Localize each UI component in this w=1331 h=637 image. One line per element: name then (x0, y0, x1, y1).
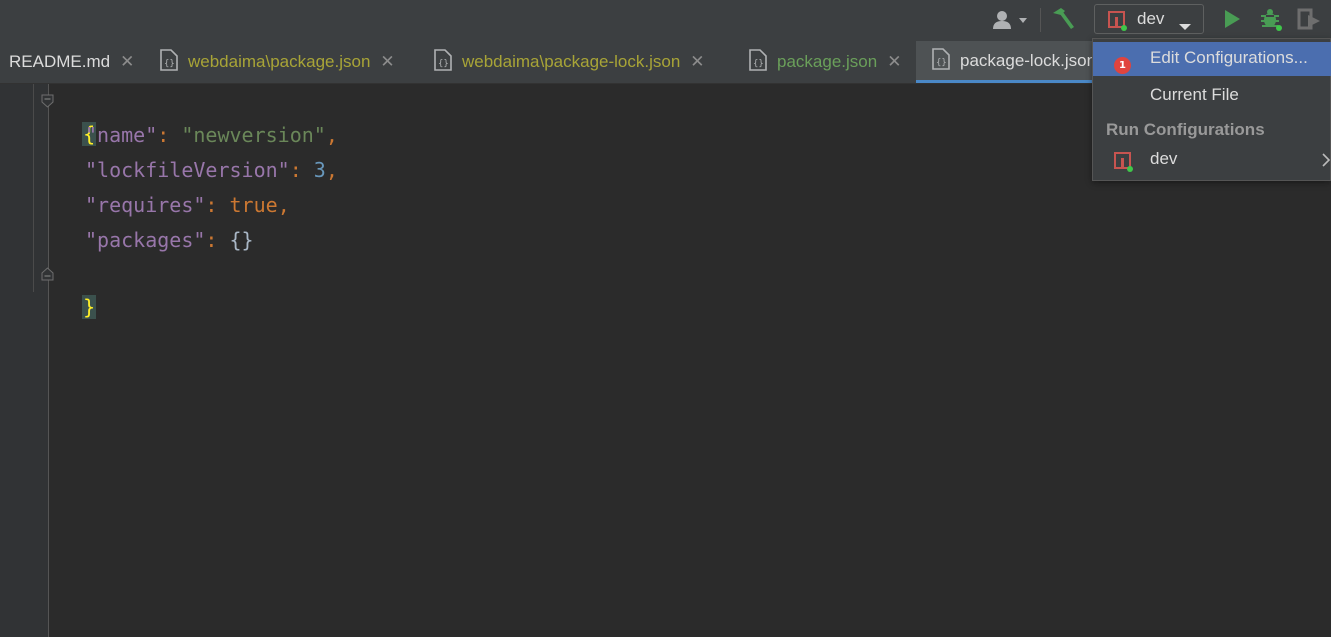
fold-guide (33, 84, 34, 292)
toolbar-separator (1040, 8, 1041, 32)
close-icon[interactable]: ✕ (690, 52, 704, 72)
json-file-icon: {} (433, 49, 453, 75)
tab-label: package.json (777, 52, 878, 71)
json-key: "name" (85, 123, 158, 147)
json-colon: : (205, 228, 230, 252)
json-file-icon: {} (748, 49, 768, 75)
json-file-icon: {} (931, 47, 951, 74)
json-file-icon: {} (159, 49, 179, 75)
debug-icon[interactable] (1258, 6, 1284, 36)
fold-close-icon[interactable] (41, 266, 54, 281)
run-icon[interactable] (1222, 8, 1242, 34)
tab-readme[interactable]: README.md ✕ (0, 41, 148, 83)
node-config-icon (1114, 152, 1134, 176)
json-boolean-value: true (229, 193, 278, 217)
code-line-4: "requires": true, (58, 188, 290, 222)
menu-item-label: Edit Configurations... (1150, 48, 1308, 67)
svg-text:{}: {} (164, 59, 175, 69)
tab-webdaima-package-json[interactable]: {} webdaima\package.json ✕ (159, 41, 419, 83)
tab-label: package-lock.json (960, 50, 1097, 70)
editor-gutter (0, 84, 48, 637)
edit-configurations-item[interactable]: 1 Edit Configurations... (1093, 42, 1331, 76)
json-object-value: {} (229, 228, 254, 252)
node-config-icon (1108, 11, 1128, 35)
svg-text:{}: {} (438, 59, 449, 69)
run-configuration-dev[interactable]: dev (1093, 144, 1331, 178)
menu-item-label: Current File (1150, 85, 1239, 104)
hammer-icon[interactable] (1050, 7, 1076, 31)
section-header: Run Configurations (1106, 120, 1265, 139)
run-configuration-label: dev (1137, 9, 1165, 28)
json-comma: , (325, 158, 338, 182)
json-comma: , (325, 123, 338, 147)
svg-text:{}: {} (753, 59, 764, 69)
tab-webdaima-package-lock-json[interactable]: {} webdaima\package-lock.json ✕ (433, 41, 733, 83)
close-brace: } (82, 295, 97, 319)
code-line-2: "name": "newversion", (58, 118, 338, 152)
close-icon[interactable]: ✕ (887, 52, 901, 72)
gutter-divider (48, 84, 49, 637)
tab-label: webdaima\package.json (188, 52, 371, 71)
coverage-icon[interactable] (1296, 7, 1322, 35)
code-line-1: { (58, 83, 97, 146)
user-icon[interactable] (992, 9, 1032, 31)
chevron-right-icon (1322, 152, 1331, 171)
tab-package-lock-json[interactable]: {} package-lock.json (916, 41, 1116, 83)
svg-text:{}: {} (936, 58, 947, 68)
tab-label: README.md (9, 52, 111, 71)
code-line-5: "packages": {} (58, 223, 254, 257)
fold-open-icon[interactable] (41, 93, 54, 108)
json-colon: : (289, 158, 314, 182)
json-colon: : (157, 123, 182, 147)
code-line-3: "lockfileVersion": 3, (58, 153, 338, 187)
run-configuration-selector[interactable]: dev (1094, 4, 1204, 34)
json-number-value: 3 (313, 158, 326, 182)
json-comma: , (277, 193, 290, 217)
json-key: "packages" (85, 228, 206, 252)
json-colon: : (205, 193, 230, 217)
json-key: "requires" (85, 193, 206, 217)
json-string-value: "newversion" (181, 123, 326, 147)
tab-label: webdaima\package-lock.json (462, 52, 681, 71)
configuration-label: dev (1150, 149, 1178, 168)
close-icon[interactable]: ✕ (380, 52, 394, 72)
chevron-down-icon (1178, 16, 1192, 35)
notification-badge: 1 (1114, 57, 1131, 74)
main-toolbar: dev (0, 0, 1331, 42)
close-icon[interactable]: ✕ (120, 52, 134, 72)
current-file-item[interactable]: Current File (1093, 79, 1331, 113)
tab-package-json[interactable]: {} package.json ✕ (748, 41, 908, 83)
run-configuration-popup: 1 Edit Configurations... Current File Ru… (1092, 38, 1331, 181)
json-key: "lockfileVersion" (85, 158, 290, 182)
code-line-6: } (58, 256, 97, 319)
